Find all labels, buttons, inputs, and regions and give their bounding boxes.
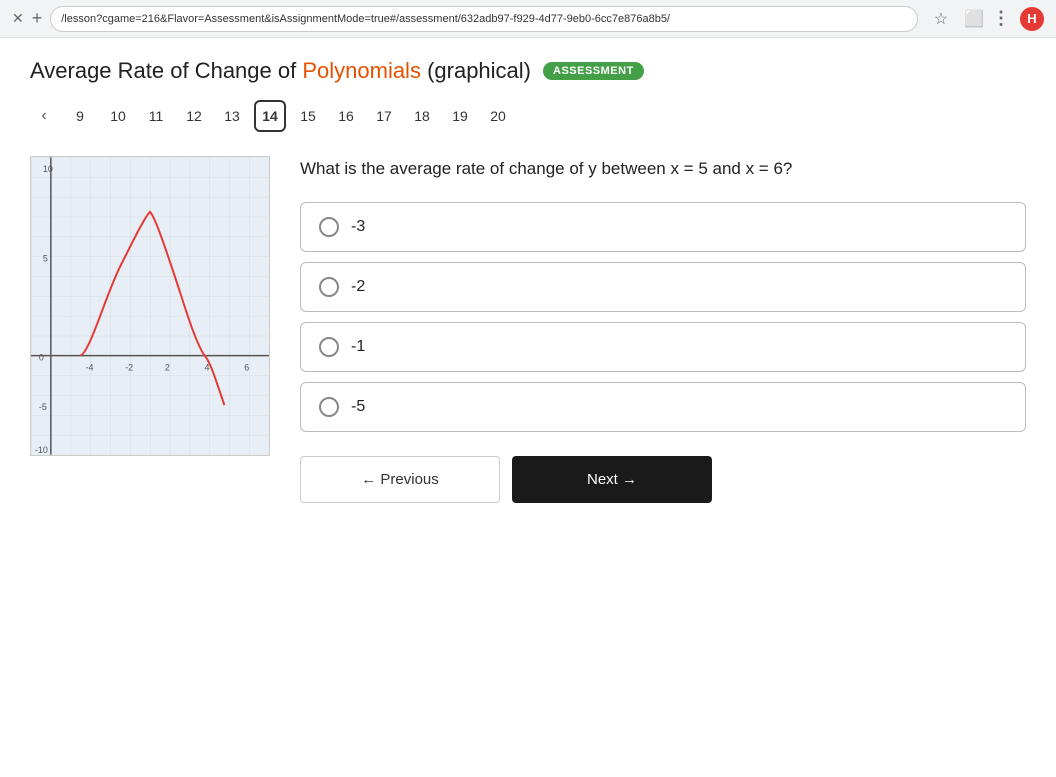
cast-icon[interactable]: ⬜	[964, 9, 984, 29]
answer-label-3: -1	[351, 338, 365, 356]
svg-text:10: 10	[43, 164, 53, 174]
page-num-14[interactable]: 14	[254, 100, 286, 132]
answer-label-1: -3	[351, 218, 365, 236]
page-num-15[interactable]: 15	[292, 100, 324, 132]
svg-text:6: 6	[244, 362, 249, 372]
page-num-19[interactable]: 19	[444, 100, 476, 132]
main-content: Average Rate of Change of Polynomials (g…	[0, 38, 1056, 777]
radio-3[interactable]	[319, 337, 339, 357]
page-num-9[interactable]: 9	[64, 100, 96, 132]
pagination-left-arrow[interactable]: ‹	[30, 102, 58, 130]
url-bar[interactable]: /lesson?cgame=216&Flavor=Assessment&isAs…	[50, 6, 917, 32]
answer-option-1[interactable]: -3	[300, 202, 1026, 252]
answer-label-2: -2	[351, 278, 365, 296]
svg-text:-2: -2	[125, 362, 133, 372]
answer-label-4: -5	[351, 398, 365, 416]
page-num-20[interactable]: 20	[482, 100, 514, 132]
answer-option-2[interactable]: -2	[300, 262, 1026, 312]
svg-text:-5: -5	[39, 402, 47, 412]
new-tab-icon[interactable]: +	[32, 8, 43, 29]
page-num-12[interactable]: 12	[178, 100, 210, 132]
page-header: Average Rate of Change of Polynomials (g…	[30, 58, 1026, 84]
question-text: What is the average rate of change of y …	[300, 156, 1026, 182]
page-title: Average Rate of Change of Polynomials (g…	[30, 58, 531, 84]
page-num-10[interactable]: 10	[102, 100, 134, 132]
question-area: What is the average rate of change of y …	[300, 156, 1026, 503]
avatar[interactable]: H	[1020, 7, 1044, 31]
svg-text:-4: -4	[86, 362, 94, 372]
graph-container: 10 5 0 -5 -10 -4 -2 2 4 6	[30, 156, 270, 456]
svg-text:2: 2	[165, 362, 170, 372]
page-num-17[interactable]: 17	[368, 100, 400, 132]
radio-4[interactable]	[319, 397, 339, 417]
radio-2[interactable]	[319, 277, 339, 297]
close-icon[interactable]: ✕	[12, 10, 24, 27]
content-area: 10 5 0 -5 -10 -4 -2 2 4 6 What is the av…	[30, 156, 1026, 503]
svg-text:-10: -10	[35, 445, 48, 455]
pagination: ‹ 9 10 11 12 13 14 15 16 17 18 19 20	[30, 100, 1026, 132]
radio-1[interactable]	[319, 217, 339, 237]
page-num-13[interactable]: 13	[216, 100, 248, 132]
answer-option-3[interactable]: -1	[300, 322, 1026, 372]
bookmark-icon[interactable]: ☆	[934, 9, 948, 29]
nav-buttons: ← Previous Next →	[300, 456, 1026, 503]
page-num-16[interactable]: 16	[330, 100, 362, 132]
svg-text:5: 5	[43, 253, 48, 263]
assessment-badge: ASSESSMENT	[543, 62, 644, 80]
next-button[interactable]: Next →	[512, 456, 712, 503]
svg-text:0: 0	[39, 353, 44, 363]
browser-chrome: ✕ + /lesson?cgame=216&Flavor=Assessment&…	[0, 0, 1056, 38]
answer-option-4[interactable]: -5	[300, 382, 1026, 432]
menu-icon[interactable]: ⋮	[992, 8, 1012, 29]
page-num-11[interactable]: 11	[140, 100, 172, 132]
page-num-18[interactable]: 18	[406, 100, 438, 132]
graph-svg: 10 5 0 -5 -10 -4 -2 2 4 6	[31, 157, 269, 455]
url-text: /lesson?cgame=216&Flavor=Assessment&isAs…	[61, 13, 670, 25]
previous-button[interactable]: ← Previous	[300, 456, 500, 503]
